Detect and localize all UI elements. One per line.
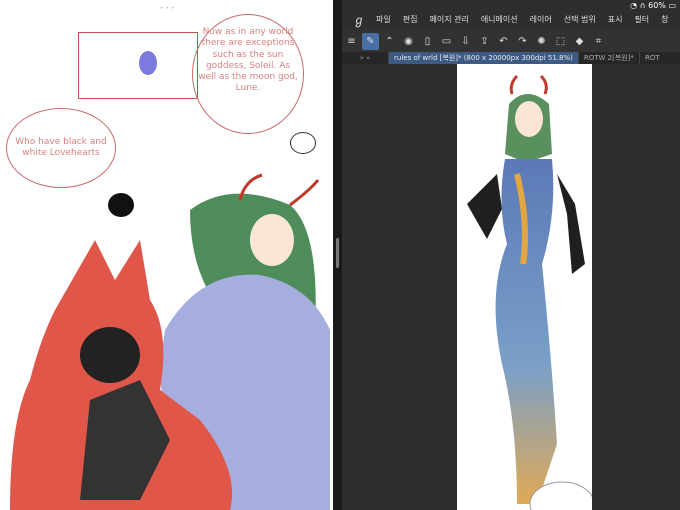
dark-face [80, 327, 140, 383]
tab-rotw-2[interactable]: ROTW 2[복원]* [577, 52, 639, 64]
tab-nav-arrows-icon[interactable]: » » [342, 54, 388, 62]
horn-left [509, 74, 519, 95]
new-file-icon[interactable]: ▯ [419, 33, 436, 50]
menu-filter[interactable]: 필터 [628, 14, 655, 25]
menu-selection[interactable]: 선택 범위 [558, 14, 602, 25]
clip-studio-window: ◔ ∩ 60% ▭ ℊ 파일 편집 페이지 관리 애니메이션 레이어 선택 범위… [342, 0, 680, 510]
menu-window[interactable]: 창 [655, 14, 674, 25]
app-logo-icon[interactable]: ℊ [348, 11, 370, 28]
drawing-canvas[interactable] [457, 64, 595, 510]
toolbar: ≡ ✎ ⌃ ◉ ▯ ▭ ⇩ ⇪ ↶ ↷ ✺ ⬚ ◆ ⌗ [342, 30, 680, 53]
export-icon[interactable]: ⇪ [476, 33, 493, 50]
undo-icon[interactable]: ↶ [495, 33, 512, 50]
horn-right [289, 179, 320, 207]
crop-icon[interactable]: ⌗ [590, 33, 607, 50]
fill-icon[interactable]: ◆ [571, 33, 588, 50]
horn-right [539, 74, 548, 95]
glove-right [557, 174, 585, 274]
goddess-face [250, 214, 294, 266]
pen-icon[interactable]: ✎ [362, 32, 379, 50]
tab-rot[interactable]: ROT [638, 52, 665, 64]
split-view-divider[interactable] [333, 0, 342, 510]
menu-bar: ℊ 파일 편집 페이지 관리 애니메이션 레이어 선택 범위 표시 필터 창 [342, 8, 680, 30]
tab-rules-of-wrld[interactable]: rules of wrld [복원]* (800 x 20000px 300dp… [388, 52, 578, 64]
glove-left [467, 174, 502, 239]
document-tabs: » » rules of wrld [복원]* (800 x 20000px 3… [342, 52, 680, 64]
redo-icon[interactable]: ↷ [514, 33, 531, 50]
chevron-icon[interactable]: ⌃ [381, 33, 398, 50]
menu-edit[interactable]: 편집 [397, 14, 424, 25]
save-icon[interactable]: ⇩ [457, 33, 474, 50]
menu-layer[interactable]: 레이어 [524, 14, 558, 25]
camera-icon[interactable]: ◉ [400, 33, 417, 50]
goddess-face [515, 101, 543, 137]
menu-icon[interactable]: ≡ [343, 33, 360, 50]
loading-icon[interactable]: ✺ [533, 33, 550, 50]
goddess-illustration [467, 74, 595, 510]
transform-icon[interactable]: ⬚ [552, 33, 569, 50]
open-icon[interactable]: ▭ [438, 33, 455, 50]
menu-view[interactable]: 표시 [602, 14, 629, 25]
menu-animation[interactable]: 애니메이션 [475, 14, 524, 25]
menu-page[interactable]: 페이지 관리 [423, 14, 474, 25]
characters-illustration [10, 173, 330, 510]
comic-panel-left: • • • Now as in any world there are exce… [0, 0, 333, 510]
menu-file[interactable]: 파일 [370, 14, 397, 25]
